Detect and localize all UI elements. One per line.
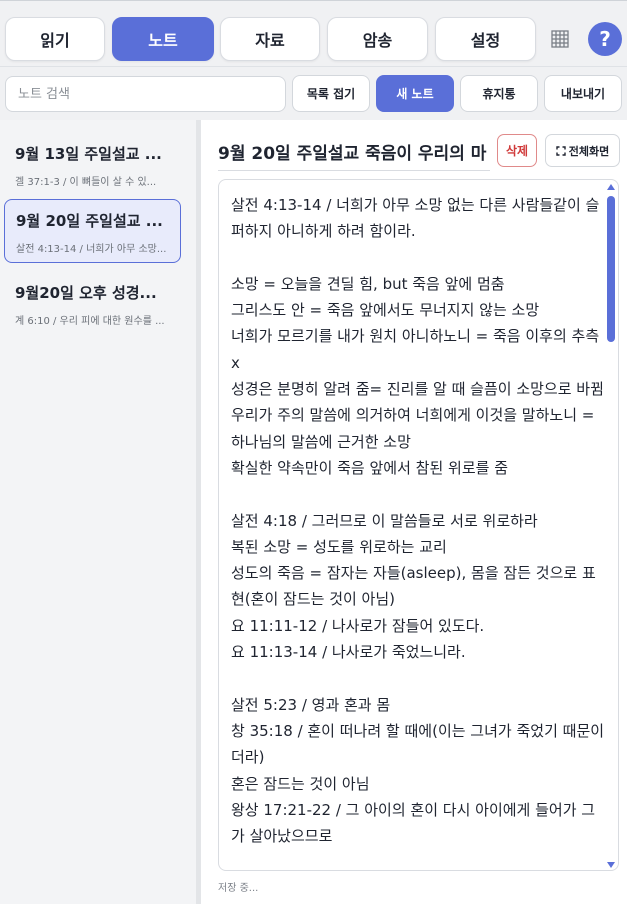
expand-icon [556, 145, 566, 156]
scrollbar-thumb[interactable] [607, 196, 615, 342]
collapse-list-button[interactable]: 목록 접기 [292, 75, 370, 112]
save-status: 저장 중... [218, 883, 259, 894]
note-list-item[interactable]: 9월 13일 주일설교 ... 겔 37:1-3 / 이 뼈들이 살 수 있..… [4, 133, 181, 197]
tab-notes[interactable]: 노트 [112, 17, 214, 61]
note-list-item-selected[interactable]: 9월 20일 주일설교 ... 살전 4:13-14 / 너희가 아무 소망..… [4, 199, 181, 263]
fullscreen-label: 전체화면 [568, 144, 610, 158]
grid-icon[interactable] [550, 29, 570, 49]
tab-memorize[interactable]: 암송 [327, 17, 428, 61]
fullscreen-button[interactable]: 전체화면 [545, 134, 620, 167]
note-search-input[interactable] [5, 76, 286, 112]
note-preview: 계 6:10 / 우리 피에 대한 원수를 ... [15, 316, 165, 327]
note-title: 9월 13일 주일설교 ... [15, 145, 162, 163]
tab-resources[interactable]: 자료 [220, 17, 320, 61]
note-title: 9월 20일 주일설교 ... [16, 212, 163, 230]
tab-settings[interactable]: 설정 [435, 17, 536, 61]
new-note-button[interactable]: 새 노트 [376, 75, 454, 112]
top-nav-bar: 읽기 노트 자료 암송 설정 ? [0, 0, 627, 76]
note-content[interactable]: 살전 4:13-14 / 너희가 아무 소망 없는 다른 사람들같이 슬퍼하지 … [231, 192, 605, 849]
note-list-item[interactable]: 9월20일 오후 성경... 계 6:10 / 우리 피에 대한 원수를 ... [4, 272, 181, 336]
note-toolbar: 목록 접기 새 노트 휴지통 내보내기 [0, 66, 627, 120]
editor-title[interactable]: 9월 20일 주일설교 죽음이 우리의 마 [218, 133, 490, 164]
note-title-field[interactable]: 9월 20일 주일설교 죽음이 우리의 마 [218, 133, 490, 169]
note-editor[interactable]: 살전 4:13-14 / 너희가 아무 소망 없는 다른 사람들같이 슬퍼하지 … [218, 179, 619, 871]
tab-read[interactable]: 읽기 [5, 17, 105, 61]
trash-button[interactable]: 휴지통 [460, 75, 538, 112]
help-button[interactable]: ? [588, 22, 622, 56]
export-button[interactable]: 내보내기 [544, 75, 622, 112]
editor-scrollbar[interactable] [605, 184, 617, 868]
note-title: 9월20일 오후 성경... [15, 284, 157, 302]
note-list: 9월 13일 주일설교 ... 겔 37:1-3 / 이 뼈들이 살 수 있..… [0, 120, 196, 904]
scroll-down-arrow-icon[interactable] [607, 862, 615, 868]
note-preview: 겔 37:1-3 / 이 뼈들이 살 수 있... [15, 177, 157, 188]
title-divider [218, 170, 490, 171]
scroll-up-arrow-icon[interactable] [607, 184, 615, 190]
delete-button[interactable]: 삭제 [497, 134, 537, 167]
note-preview: 살전 4:13-14 / 너희가 아무 소망... [16, 244, 167, 255]
sidebar-resize-handle[interactable] [196, 120, 201, 904]
